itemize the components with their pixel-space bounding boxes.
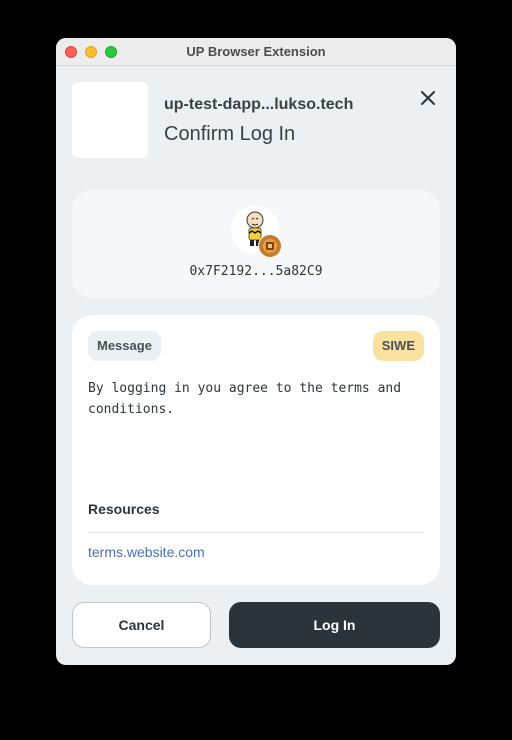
network-badge-icon: [258, 234, 282, 258]
dapp-favicon: [72, 82, 148, 158]
extension-window: UP Browser Extension up-test-dapp...luks…: [56, 38, 456, 665]
resources-title: Resources: [88, 501, 160, 517]
resource-link[interactable]: terms.website.com: [88, 544, 205, 560]
siwe-badge: SIWE: [372, 331, 424, 361]
profile-card: 0x7F2192...5a82C9: [72, 190, 440, 298]
cancel-button[interactable]: Cancel: [72, 602, 211, 648]
message-body: By logging in you agree to the terms and…: [88, 381, 402, 417]
request-header: up-test-dapp...lukso.tech Confirm Log In: [72, 82, 440, 158]
message-tag: Message: [88, 331, 161, 361]
resources-divider: [88, 532, 424, 533]
message-card: Message SIWE By logging in you agree to …: [72, 315, 440, 585]
window-title: UP Browser Extension: [186, 44, 326, 59]
title-bar: UP Browser Extension: [56, 38, 456, 66]
page-title: Confirm Log In: [164, 123, 296, 145]
close-icon[interactable]: [416, 86, 440, 110]
login-button[interactable]: Log In: [229, 602, 440, 648]
profile-address: 0x7F2192...5a82C9: [189, 264, 323, 279]
dapp-name: up-test-dapp...lukso.tech: [164, 96, 354, 113]
